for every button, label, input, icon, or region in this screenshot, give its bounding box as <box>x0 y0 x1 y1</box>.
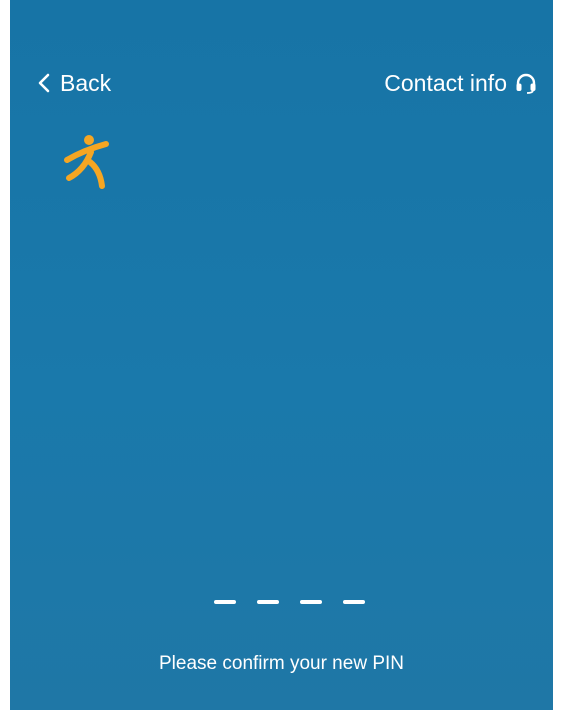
pin-digit-slot <box>257 600 279 604</box>
pin-digit-slot <box>343 600 365 604</box>
headset-icon <box>516 73 536 94</box>
pin-digit-slot <box>300 600 322 604</box>
back-button[interactable]: Back <box>36 70 111 96</box>
top-bar: Back Contact info <box>10 60 553 104</box>
pin-indicator <box>10 600 553 612</box>
person-logo-icon <box>64 135 109 189</box>
contact-info-button[interactable]: Contact info <box>384 70 537 96</box>
back-label: Back <box>60 70 112 96</box>
contact-info-label: Contact info <box>384 70 507 96</box>
pin-digit-slot <box>214 600 236 604</box>
chevron-left-icon <box>38 73 50 93</box>
pin-confirm-screen: Back Contact info Please confirm your ne… <box>10 0 553 710</box>
pin-prompt-text: Please confirm your new PIN <box>159 653 404 674</box>
